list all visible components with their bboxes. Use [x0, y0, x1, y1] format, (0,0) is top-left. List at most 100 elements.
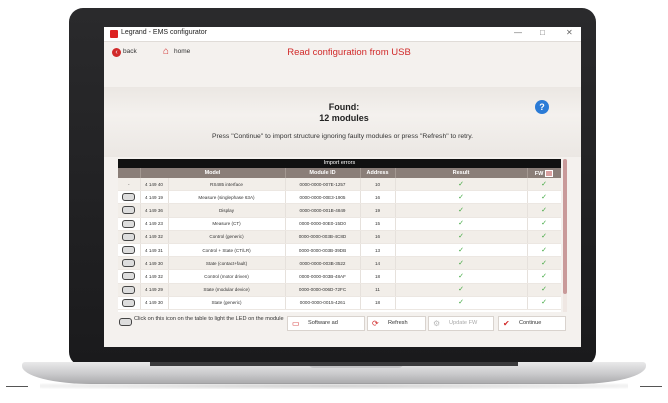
light-led-icon[interactable]: [122, 298, 136, 307]
table-scrollbar[interactable]: [563, 159, 567, 312]
col-header-module-id: Module ID: [285, 168, 361, 178]
row-led-cell: [118, 230, 141, 244]
row-model-cell: State (modular device): [168, 283, 286, 297]
row-led-cell: [118, 190, 141, 205]
row-model-cell: Control + State (CT/LR): [168, 243, 286, 258]
row-result-cell: ✓: [395, 190, 528, 205]
found-label: Found:: [328, 102, 360, 112]
title-bar: Legrand - EMS configurator — □ ✕: [104, 27, 581, 42]
update-fw-button[interactable]: ⚙ Update FW: [428, 316, 494, 331]
row-model-cell: Control (motor driven): [168, 269, 286, 284]
row-led-cell: [118, 203, 141, 218]
row-model-cell: State (generic): [168, 296, 286, 310]
row-result-cell: ✓: [395, 203, 528, 218]
row-fw-cell: ✓: [527, 269, 561, 284]
legrand-app-icon: [110, 30, 118, 38]
row-led-cell: [118, 283, 141, 297]
col-header-led: [118, 168, 141, 178]
light-led-icon[interactable]: [122, 219, 136, 228]
row-module-id-cell: 0000-0000-003B-39DB: [285, 243, 361, 258]
row-ref-cell: 4 149 29: [140, 283, 169, 297]
row-result-cell: ✓: [395, 178, 528, 192]
table-row: -4 149 40 RS485 interface 0000-0000-007E-1…: [118, 178, 561, 192]
row-ref-cell: 4 149 36: [140, 203, 169, 218]
row-module-id-cell: 0000-0000-007E-1257: [285, 178, 361, 192]
footer-bar: Click on this icon on the table to light…: [104, 313, 581, 347]
table-row: 4 149 19 Measure (singlephase 63A) 0000-00…: [118, 190, 561, 205]
maximize-button[interactable]: □: [540, 28, 545, 37]
continue-button[interactable]: ✔ Continue: [498, 316, 566, 331]
fw-select-all-checkbox[interactable]: [545, 169, 554, 177]
table-row: 4 149 23 Measure (CT) 0000-0000-00E0-15D0 1…: [118, 217, 561, 231]
table-row: 4 149 30 State (contact+fault) 0000-0000-0…: [118, 256, 561, 271]
row-led-cell: [118, 269, 141, 284]
row-fw-cell: ✓: [527, 256, 561, 271]
col-header-model: Model: [140, 168, 286, 178]
software-ad-button[interactable]: ▭ Software ad: [287, 316, 365, 331]
table-row: 4 149 31 Control + State (CT/LR) 0000-0000…: [118, 243, 561, 258]
row-led-cell: -: [118, 178, 141, 192]
light-led-icon[interactable]: [122, 272, 136, 281]
row-address-cell: 18: [360, 296, 396, 310]
light-led-icon[interactable]: [122, 246, 136, 255]
row-result-cell: ✓: [395, 296, 528, 310]
instruction-text: Press "Continue" to import structure ign…: [211, 133, 474, 140]
row-result-cell: ✓: [395, 230, 528, 244]
help-icon[interactable]: ?: [535, 100, 549, 114]
row-result-cell: ✓: [395, 256, 528, 271]
refresh-button[interactable]: ⟳ Refresh: [367, 316, 426, 331]
home-link[interactable]: home: [174, 48, 190, 55]
col-header-result: Result: [395, 168, 528, 178]
row-led-cell: [118, 296, 141, 310]
found-count: 12 modules: [319, 113, 369, 123]
col-header-address: Address: [360, 168, 396, 178]
row-model-cell: Control (generic): [168, 230, 286, 244]
import-errors-table: Import errors Model Module ID Address Re…: [118, 159, 561, 312]
row-fw-cell: ✓: [527, 217, 561, 231]
row-address-cell: 19: [360, 203, 396, 218]
home-icon[interactable]: ⌂: [163, 47, 169, 57]
table-header-row: Model Module ID Address Result FW: [118, 168, 561, 178]
col-header-fw: FW: [527, 168, 561, 178]
scrollbar-thumb[interactable]: [563, 159, 567, 294]
row-led-cell: [118, 243, 141, 258]
light-led-icon[interactable]: [122, 285, 136, 294]
minimize-button[interactable]: —: [514, 28, 522, 37]
row-ref-cell: 4 149 30: [140, 256, 169, 271]
back-link[interactable]: back: [123, 48, 137, 55]
row-led-cell: [118, 256, 141, 271]
decor-line-right: [640, 386, 662, 387]
row-address-cell: 10: [360, 178, 396, 192]
back-icon[interactable]: ‹: [112, 48, 121, 57]
window-title: Legrand - EMS configurator: [121, 29, 207, 36]
keyboard-edge: [150, 362, 518, 366]
row-ref-cell: 4 149 32: [140, 230, 169, 244]
row-ref-cell: 4 149 40: [140, 178, 169, 192]
light-led-icon[interactable]: [122, 259, 136, 268]
row-fw-cell: ✓: [527, 190, 561, 205]
row-fw-cell: ✓: [527, 178, 561, 192]
row-result-cell: ✓: [395, 283, 528, 297]
row-module-id-cell: 0000-0000-0015-4261: [285, 296, 361, 310]
row-led-cell: [118, 217, 141, 231]
update-fw-icon: ⚙: [433, 319, 441, 328]
row-module-id-cell: 0000-0000-001B-4849: [285, 203, 361, 218]
checkmark-icon: ✔: [503, 319, 510, 328]
row-module-id-cell: 0000-0000-00E3-1905: [285, 190, 361, 205]
monitor-icon: ▭: [292, 319, 300, 328]
row-module-id-cell: 0000-0000-003B-3522: [285, 256, 361, 271]
row-fw-cell: ✓: [527, 296, 561, 310]
led-icon: [119, 318, 132, 326]
light-led-icon[interactable]: [122, 232, 136, 241]
row-address-cell: 11: [360, 283, 396, 297]
row-module-id-cell: 0000-0000-006D-72FC: [285, 283, 361, 297]
row-model-cell: Display: [168, 203, 286, 218]
close-button[interactable]: ✕: [566, 28, 573, 37]
row-fw-cell: ✓: [527, 230, 561, 244]
row-address-cell: 13: [360, 243, 396, 258]
light-led-icon[interactable]: [122, 193, 136, 202]
row-ref-cell: 4 149 23: [140, 217, 169, 231]
row-address-cell: 16: [360, 190, 396, 205]
light-led-icon[interactable]: [122, 206, 136, 215]
row-fw-cell: ✓: [527, 203, 561, 218]
